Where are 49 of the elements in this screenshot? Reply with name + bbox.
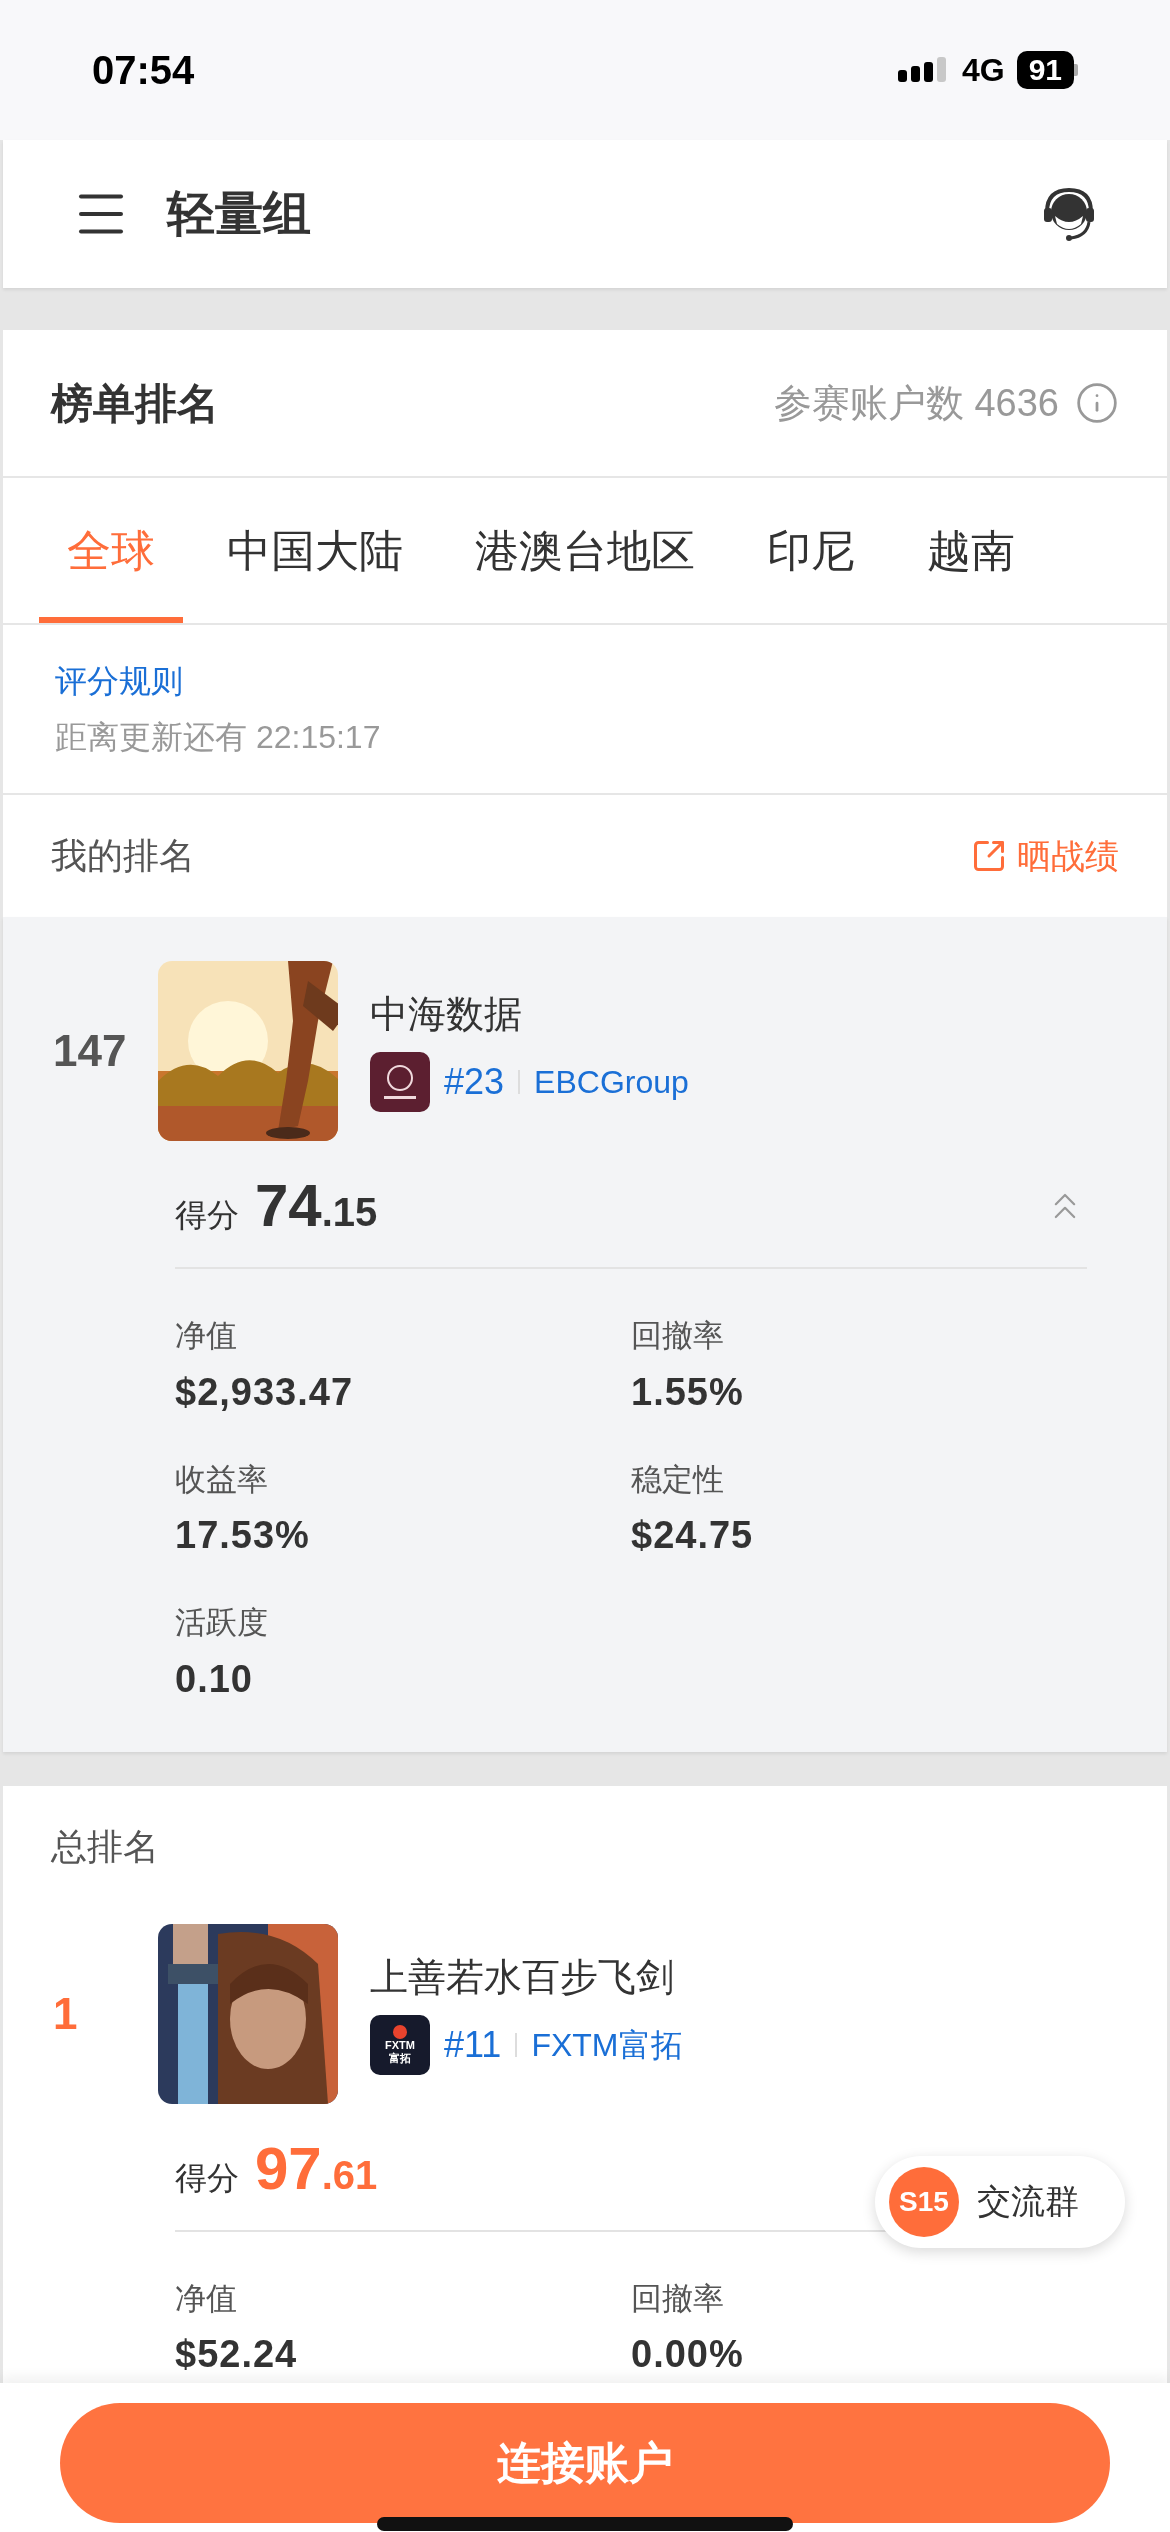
info-icon[interactable] xyxy=(1075,381,1119,425)
share-icon xyxy=(971,838,1007,874)
rank-number: 1 xyxy=(52,1987,79,2040)
broker-logo: FXTM 富拓 xyxy=(370,2014,430,2075)
broker-logo-icon xyxy=(370,1052,430,1112)
score-label: 得分 xyxy=(175,2158,239,2198)
stat-value: $24.75 xyxy=(631,1513,755,1558)
stat-value: $2,933.47 xyxy=(175,1369,355,1415)
rank-number: 147 xyxy=(52,1025,128,1077)
stat-label: 回撤率 xyxy=(631,1317,725,1355)
overall-ranking-title: 总排名 xyxy=(51,1825,159,1867)
scoring-rules-link[interactable]: 评分规则 xyxy=(55,657,183,705)
participant-count: 参赛账户数 4636 xyxy=(773,380,1059,426)
stat-value: 0.00% xyxy=(631,2332,745,2377)
broker-name[interactable]: EBCGroup xyxy=(534,1058,689,1106)
stat-label: 活跃度 xyxy=(175,1604,269,1642)
broker-rank: #23 xyxy=(444,1060,505,1104)
update-countdown: 距离更新还有 22:15:17 xyxy=(55,718,382,757)
group-chat-button[interactable]: S15 交流群 xyxy=(875,2155,1125,2248)
battery-level: 91 xyxy=(1016,51,1074,89)
broker-rank: #11 xyxy=(444,2022,502,2067)
stat-label: 收益率 xyxy=(175,1460,269,1499)
stat-label: 净值 xyxy=(175,2279,238,2318)
stat-value: 1.55% xyxy=(631,1369,745,1415)
stat-value: 17.53% xyxy=(175,1513,311,1558)
region-tab[interactable]: 中国大陆 xyxy=(199,478,431,623)
stat-label: 净值 xyxy=(175,1317,238,1355)
group-badge: S15 xyxy=(889,2166,959,2237)
stat-value: 0.10 xyxy=(175,1656,254,1702)
connect-account-button[interactable]: 连接账户 xyxy=(60,2403,1110,2523)
score-value: 74.15 xyxy=(255,1171,378,1241)
stat-value: $52.24 xyxy=(175,2332,299,2377)
network-type: 4G xyxy=(961,51,1005,90)
stat-label: 稳定性 xyxy=(631,1460,725,1499)
page-title: 轻量组 xyxy=(167,186,311,242)
share-results-button[interactable]: 晒战绩 xyxy=(971,830,1119,882)
my-ranking-title: 我的排名 xyxy=(51,834,195,878)
score-label: 得分 xyxy=(175,1196,239,1235)
region-tab[interactable]: 印尼 xyxy=(739,478,883,623)
account-name: 中海数据 xyxy=(370,992,523,1037)
account-name: 上善若水百步飞剑 xyxy=(370,1954,675,2000)
status-time: 07:54 xyxy=(92,47,195,94)
region-tab[interactable]: 越南 xyxy=(899,478,1043,623)
score-value: 97.61 xyxy=(255,2133,378,2204)
region-tab[interactable]: 港澳台地区 xyxy=(447,478,723,623)
region-tab[interactable]: 全球 xyxy=(39,478,183,623)
broker-name[interactable]: FXTM富拓 xyxy=(531,2020,683,2069)
section-title: 榜单排名 xyxy=(51,378,219,429)
stat-label: 回撤率 xyxy=(631,2279,725,2318)
